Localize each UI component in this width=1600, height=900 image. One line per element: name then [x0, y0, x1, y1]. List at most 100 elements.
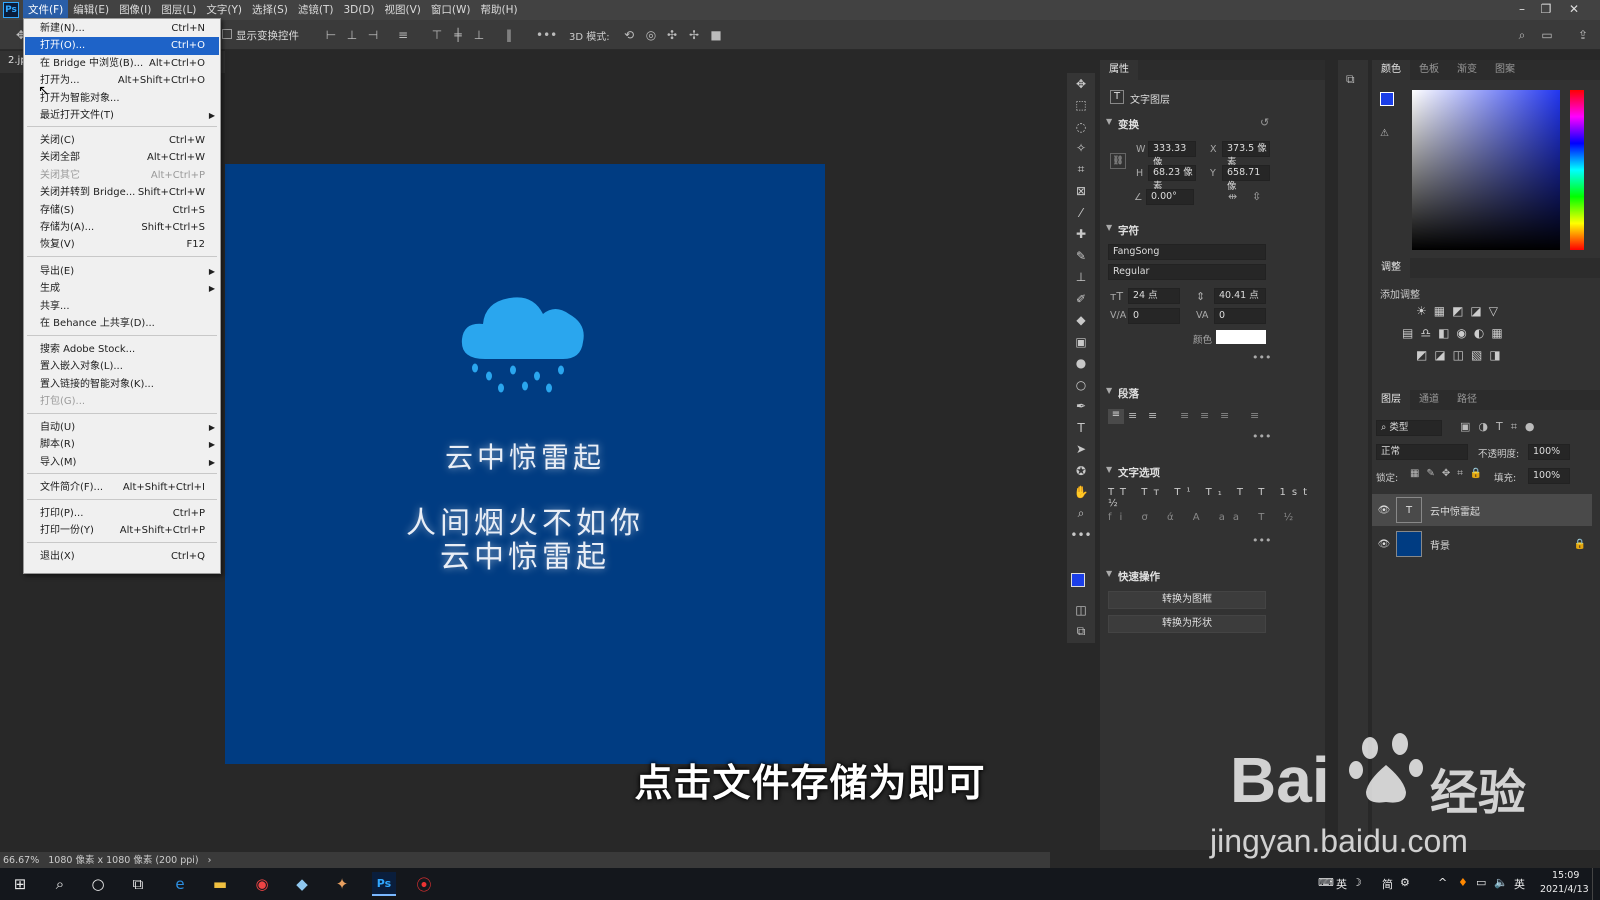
move-tool-icon[interactable]: ✥	[1067, 73, 1095, 95]
justify-left-icon[interactable]: ≡	[1180, 409, 1189, 422]
adjustment-icons-row2[interactable]: ▤♎◧◉◐▦	[1402, 326, 1510, 340]
lasso-tool-icon[interactable]: ◌	[1067, 116, 1095, 138]
justify-center-icon[interactable]: ≡	[1200, 409, 1209, 422]
artboard-title-text[interactable]: 云中惊雷起	[225, 436, 825, 476]
roll-3d-icon[interactable]: ◎	[644, 28, 658, 42]
minimize-button[interactable]: –	[1510, 0, 1534, 20]
menu-print[interactable]: 打印(P)... Ctrl+P	[25, 505, 219, 522]
convert-to-shape-button[interactable]: 转换为形状	[1108, 615, 1266, 633]
distribute-icon[interactable]: ≡	[396, 28, 410, 42]
layer-filter-icons[interactable]: ▣◑T⌗●	[1460, 420, 1543, 434]
menu-close[interactable]: 关闭(C) Ctrl+W	[25, 132, 219, 149]
tab-patterns[interactable]: 图案	[1486, 60, 1524, 80]
menu-view[interactable]: 视图(V)	[380, 0, 426, 20]
menu-file-info[interactable]: 文件简介(F)... Alt+Shift+Ctrl+I	[25, 479, 219, 496]
slide-3d-icon[interactable]: ✢	[687, 28, 701, 42]
justify-right-icon[interactable]: ≡	[1220, 409, 1229, 422]
eraser-tool-icon[interactable]: ◆	[1067, 310, 1095, 332]
menu-window[interactable]: 窗口(W)	[426, 0, 476, 20]
restore-button[interactable]: ❐	[1534, 0, 1558, 20]
align-right-icon[interactable]: ⊣	[366, 28, 380, 42]
menu-save[interactable]: 存储(S) Ctrl+S	[25, 202, 219, 219]
windows-start-icon[interactable]: ⊞	[8, 872, 32, 896]
align-bottom-icon[interactable]: ⊥	[472, 28, 486, 42]
menu-print-one[interactable]: 打印一份(Y) Alt+Shift+Ctrl+P	[25, 522, 219, 539]
clock-time[interactable]: 15:09	[1552, 870, 1579, 881]
menu-scripts[interactable]: 脚本(R) ▶	[25, 436, 219, 453]
menu-select[interactable]: 选择(S)	[247, 0, 293, 20]
menu-share[interactable]: 共享...	[25, 298, 219, 315]
menu-revert[interactable]: 恢复(V) F12	[25, 236, 219, 253]
menu-generate[interactable]: 生成 ▶	[25, 280, 219, 297]
search-icon[interactable]: ⌕	[1515, 28, 1529, 42]
tray-settings-icon[interactable]: ⚙	[1400, 876, 1410, 889]
brush-tool-icon[interactable]: ✎	[1067, 245, 1095, 267]
history-brush-icon[interactable]: ✐	[1067, 288, 1095, 310]
app-icon[interactable]: ◆	[290, 872, 314, 896]
menu-edit[interactable]: 编辑(E)	[68, 0, 114, 20]
screen-mode-icon[interactable]: ⧉	[1067, 621, 1095, 643]
opentype-buttons[interactable]: fi σ ά A aa T ½	[1108, 512, 1301, 523]
cortana-icon[interactable]: ○	[86, 872, 110, 896]
menu-open-smart-object[interactable]: 打开为智能对象...	[25, 90, 219, 107]
text-options-collapse-icon[interactable]: ▼	[1106, 465, 1112, 474]
stamp-tool-icon[interactable]: ⊥	[1067, 267, 1095, 289]
leading-field[interactable]: 40.41 点	[1214, 288, 1266, 304]
menu-recent-files[interactable]: 最近打开文件(T) ▶	[25, 107, 219, 124]
align-center-text-icon[interactable]: ≡	[1128, 409, 1137, 422]
photoshop-taskbar-icon[interactable]: Ps	[372, 872, 396, 896]
marquee-tool-icon[interactable]: ⬚	[1067, 95, 1095, 117]
width-field[interactable]: 333.33 像	[1148, 141, 1196, 168]
kerning-field[interactable]: 0	[1128, 308, 1180, 324]
magic-wand-icon[interactable]: ✧	[1067, 138, 1095, 160]
blur-tool-icon[interactable]: ●	[1067, 353, 1095, 375]
dodge-tool-icon[interactable]: ○	[1067, 374, 1095, 396]
menu-3d[interactable]: 3D(D)	[338, 0, 379, 20]
menu-search-stock[interactable]: 搜索 Adobe Stock...	[25, 341, 219, 358]
menu-new[interactable]: 新建(N)... Ctrl+N	[25, 20, 219, 37]
tray-moon-icon[interactable]: ☽	[1352, 876, 1362, 889]
tab-channels[interactable]: 通道	[1410, 390, 1448, 410]
edge-browser-icon[interactable]: e	[168, 872, 192, 896]
distribute-h-icon[interactable]: ‖	[502, 28, 516, 42]
share-icon[interactable]: ⇪	[1576, 28, 1590, 42]
zoom-tool-icon[interactable]: ⌕	[1067, 503, 1095, 525]
artboard-line3-text[interactable]: 云中惊雷起	[225, 532, 825, 576]
more-tools-icon[interactable]: •••	[1067, 525, 1095, 547]
lock-icons[interactable]: ▦✎✥⌗🔒	[1410, 468, 1489, 479]
color-picker-field[interactable]	[1412, 90, 1560, 250]
opacity-field[interactable]: 100%	[1528, 444, 1570, 460]
transform-collapse-icon[interactable]: ▼	[1106, 117, 1112, 126]
history-panel-icon[interactable]: ⧉	[1346, 72, 1355, 87]
font-style-select[interactable]: Regular	[1108, 264, 1266, 280]
character-more-icon[interactable]: •••	[1252, 351, 1271, 364]
close-window-button[interactable]: ✕	[1562, 0, 1586, 20]
zoom-level[interactable]: 66.67%	[3, 855, 39, 866]
menu-share-behance[interactable]: 在 Behance 上共享(D)...	[25, 315, 219, 332]
menu-place-linked[interactable]: 置入链接的智能对象(K)...	[25, 376, 219, 393]
type-tool-icon[interactable]: T	[1067, 417, 1095, 439]
menu-automate[interactable]: 自动(U) ▶	[25, 419, 219, 436]
menu-place-embedded[interactable]: 置入嵌入对象(L)...	[25, 358, 219, 375]
tracking-field[interactable]: 0	[1214, 308, 1266, 324]
network-icon[interactable]: ▭	[1476, 876, 1486, 889]
task-view-icon[interactable]: ⧉	[126, 872, 150, 896]
menu-close-go-bridge[interactable]: 关闭并转到 Bridge... Shift+Ctrl+W	[25, 184, 219, 201]
color-fg-swatch[interactable]	[1380, 92, 1394, 106]
menu-image[interactable]: 图像(I)	[114, 0, 156, 20]
workspace-icon[interactable]: ▭	[1540, 28, 1554, 42]
orbit-3d-icon[interactable]: ⟲	[622, 28, 636, 42]
height-field[interactable]: 68.23 像素	[1148, 165, 1196, 192]
menu-help[interactable]: 帮助(H)	[476, 0, 523, 20]
menu-layer[interactable]: 图层(L)	[156, 0, 201, 20]
menu-filter[interactable]: 滤镜(T)	[293, 0, 339, 20]
input-language[interactable]: 英	[1514, 876, 1525, 892]
adjustment-icons-row1[interactable]: ☀▦◩◪▽	[1416, 304, 1505, 318]
paragraph-collapse-icon[interactable]: ▼	[1106, 386, 1112, 395]
tab-paths[interactable]: 路径	[1448, 390, 1486, 410]
tab-properties[interactable]: 属性	[1100, 60, 1138, 80]
tray-chevron-icon[interactable]: ^	[1438, 876, 1447, 889]
record-icon[interactable]: ⦿	[412, 872, 436, 896]
foreground-color-swatch[interactable]	[1071, 573, 1085, 587]
healing-brush-icon[interactable]: ✚	[1067, 224, 1095, 246]
